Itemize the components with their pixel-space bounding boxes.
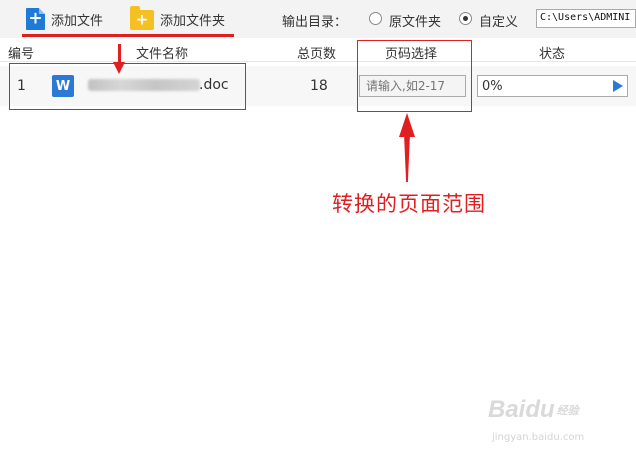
header-total-pages: 总页数 (297, 47, 337, 62)
watermark-sub: 经验 (556, 405, 579, 417)
add-file-button[interactable]: + 添加文件 (26, 7, 103, 31)
output-path-input[interactable]: C:\Users\ADMINI (536, 9, 636, 28)
table-header: 编号 文件名称 总页数 页码选择 状态 (0, 38, 636, 62)
watermark-url: jingyan.baidu.com (492, 432, 585, 443)
add-folder-icon: + (130, 6, 154, 30)
annotation-box-page-range (357, 40, 472, 112)
play-icon[interactable] (613, 80, 623, 92)
annotation-text: 转换的页面范围 (332, 192, 486, 216)
progress-text: 0% (482, 79, 503, 94)
annotation-arrow-up-head (399, 113, 415, 137)
add-file-label: 添加文件 (51, 13, 104, 29)
add-file-icon: + (26, 8, 45, 30)
radio-original-folder-label[interactable]: 原文件夹 (389, 11, 441, 30)
add-folder-label: 添加文件夹 (160, 13, 226, 29)
annotation-arrow-up (404, 134, 410, 182)
header-index: 编号 (8, 47, 35, 62)
annotation-arrow-down (118, 44, 121, 64)
toolbar: + 添加文件 + 添加文件夹 输出目录： 原文件夹 自定义 C:\Users\A… (0, 0, 636, 38)
watermark-logo-text: Baidu (488, 396, 555, 423)
header-status: 状态 (539, 47, 566, 62)
watermark-logo: Baidu 经验 (488, 396, 579, 424)
progress-bar: 0% (477, 75, 628, 97)
row-total-pages: 18 (310, 78, 328, 94)
header-file-name: 文件名称 (136, 47, 189, 62)
annotation-box-file (9, 63, 246, 110)
add-folder-button[interactable]: + 添加文件夹 (130, 6, 226, 31)
annotation-arrow-down-head (113, 62, 125, 74)
radio-original-folder[interactable] (369, 12, 382, 25)
radio-custom[interactable] (459, 12, 472, 25)
radio-custom-label[interactable]: 自定义 (479, 11, 518, 30)
output-dir-label: 输出目录： (282, 15, 348, 30)
annotation-underline (22, 34, 234, 37)
